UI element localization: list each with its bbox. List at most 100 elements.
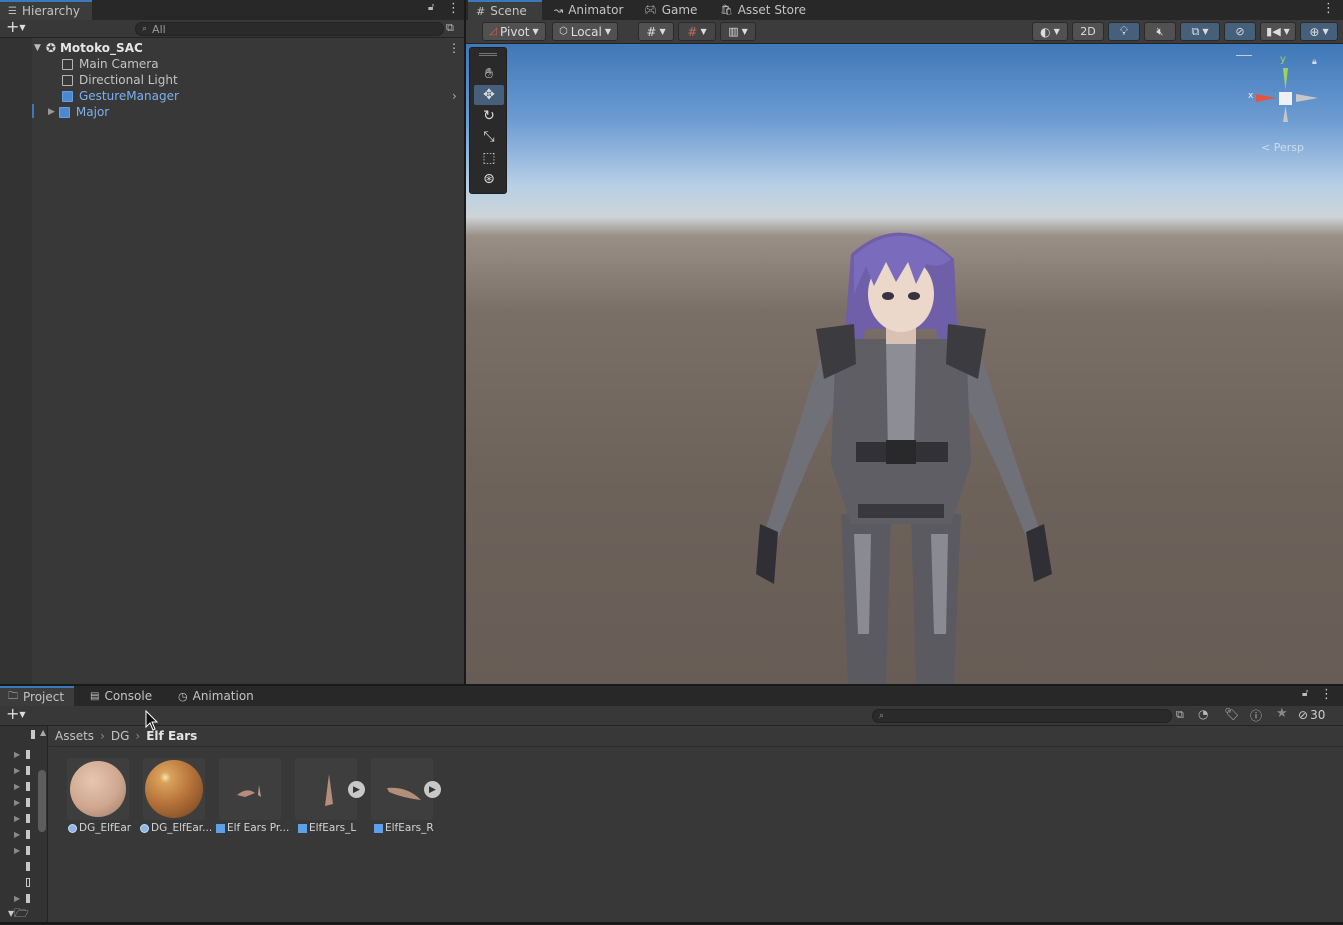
shading-sphere-icon: ◐: [1040, 24, 1051, 39]
transform-tool-icon[interactable]: ⊛: [474, 169, 504, 189]
camera-settings-button[interactable]: ▮◀ ▼: [1260, 22, 1296, 41]
kebab-menu-icon[interactable]: ⋮: [447, 1, 460, 16]
lock-icon[interactable]: 🔓︎: [428, 2, 434, 13]
tab-hierarchy-label: Hierarchy: [21, 4, 80, 18]
folder-tree-item[interactable]: ▶: [14, 780, 44, 792]
folder-tree-item[interactable]: ▶: [14, 892, 44, 904]
folder-tree-item[interactable]: ▶: [14, 844, 44, 856]
search-options-icon[interactable]: ⧉: [446, 21, 454, 35]
expand-play-button[interactable]: ▶: [348, 781, 365, 798]
folder-tree-item[interactable]: [31, 730, 35, 739]
filter-by-label-icon[interactable]: 🏷︎: [1224, 707, 1239, 721]
scene-root-row[interactable]: ▼ ✪ Motoko_SAC ⋮: [0, 40, 464, 56]
tab-scene[interactable]: # Scene: [468, 0, 542, 20]
asset-name: Elf Ears Pr...: [227, 822, 290, 834]
tab-animator[interactable]: ↝ Animator: [546, 0, 631, 20]
snap-grid-icon: #: [687, 24, 698, 39]
folder-tree-item[interactable]: ▶: [14, 748, 44, 760]
chevron-right-icon[interactable]: ›: [452, 89, 457, 103]
increment-snap-button[interactable]: # ▼: [678, 22, 716, 41]
hierarchy-item-label: Main Camera: [79, 57, 159, 71]
local-dropdown[interactable]: ⬡ Local ▼: [552, 22, 618, 41]
effects-toggle[interactable]: ⧉ ▼: [1180, 22, 1220, 41]
add-create-button[interactable]: +▼: [6, 17, 26, 36]
hierarchy-tabbar: ☰ Hierarchy 🔓︎ ⋮: [0, 0, 464, 20]
lightbulb-icon: 💡︎: [1119, 24, 1129, 38]
rotate-tool-icon[interactable]: ↻: [474, 106, 504, 126]
asset-dg-elfear-material[interactable]: [67, 758, 129, 820]
orientation-gizmo[interactable]: 🔒︎ y x < Persp: [1236, 52, 1336, 162]
kebab-menu-icon[interactable]: ⋮: [1322, 1, 1335, 16]
panel-divider-vertical[interactable]: [464, 0, 466, 685]
visibility-toggle[interactable]: ⊘: [1224, 22, 1256, 41]
tab-animation[interactable]: ◷ Animation: [170, 686, 262, 706]
foldout-arrow-icon[interactable]: ▶: [48, 107, 55, 117]
important-log-icon[interactable]: ⓘ: [1250, 707, 1262, 724]
hierarchy-search-field[interactable]: ⌕ All: [135, 22, 444, 36]
rect-tool-icon[interactable]: ⬚: [474, 148, 504, 168]
hierarchy-item-main-camera[interactable]: Main Camera: [0, 56, 159, 72]
breadcrumb-dg[interactable]: DG: [111, 729, 130, 743]
scene-menu-icon[interactable]: ⋮: [448, 41, 460, 55]
asset-elf-ears-prefab[interactable]: [219, 758, 281, 820]
breadcrumb: Assets › DG › Elf Ears: [55, 728, 197, 744]
asset-label: DG_ElfEar: [68, 822, 131, 834]
drag-handle[interactable]: [479, 53, 497, 56]
list-icon: ☰: [8, 5, 17, 17]
folder-tree-item[interactable]: ▶: [14, 764, 44, 776]
tab-game[interactable]: 🎮︎ Game: [636, 0, 705, 20]
project-search-field[interactable]: ⌕: [872, 709, 1172, 723]
scene-viewport[interactable]: ✋︎ ✥ ↻ ⤡ ⬚ ⊛ 🔒︎ y x < Persp: [466, 44, 1343, 684]
gizmos-button[interactable]: ⊕ ▼: [1300, 22, 1338, 41]
folder-tree-item[interactable]: ▶: [14, 796, 44, 808]
pivot-dropdown[interactable]: ◿ Pivot ▼: [482, 22, 546, 41]
hierarchy-item-label: Directional Light: [79, 73, 178, 87]
audio-toggle[interactable]: 🔇︎: [1144, 22, 1176, 41]
asset-dg-elfear-material-2[interactable]: [143, 758, 205, 820]
tab-asset-store[interactable]: 🛍︎ Asset Store: [712, 0, 814, 20]
anime-character-model[interactable]: [736, 214, 1066, 684]
layers-icon: ⧉: [1191, 24, 1200, 38]
gamepad-icon: 🎮︎: [644, 4, 657, 16]
search-by-type-icon[interactable]: ⧉: [1176, 708, 1184, 722]
grid-snap-button[interactable]: # ▼: [638, 22, 674, 41]
tab-console[interactable]: ▤ Console: [82, 686, 160, 706]
expand-play-button[interactable]: ▶: [424, 781, 441, 798]
ear-preview: [325, 774, 333, 806]
scale-tool-icon[interactable]: ⤡: [474, 127, 504, 147]
folder-tree-item[interactable]: ▶: [14, 828, 44, 840]
hierarchy-item-gesture-manager[interactable]: GestureManager ›: [0, 88, 464, 104]
hierarchy-item-major[interactable]: ▶ Major: [0, 104, 109, 120]
breadcrumb-assets[interactable]: Assets: [55, 729, 94, 743]
toggle-2d-button[interactable]: 2D: [1072, 22, 1104, 41]
tab-project[interactable]: 🗀︎ Project: [0, 686, 74, 706]
project-toolbar: +▼ ⌕ ⧉ ◔ 🏷︎ ⓘ ★ ⊘ 30: [0, 704, 1343, 726]
transform-tools-palette: ✋︎ ✥ ↻ ⤡ ⬚ ⊛: [469, 47, 507, 194]
scroll-up-arrow-icon[interactable]: ▲: [40, 728, 46, 737]
animator-icon: ↝: [554, 3, 564, 17]
asset-name: ElfEars_L: [309, 822, 357, 834]
shading-mode-button[interactable]: ◐ ▼: [1032, 22, 1068, 41]
kebab-menu-icon[interactable]: ⋮: [1320, 687, 1333, 702]
hidden-packages-toggle[interactable]: ⊘ 30: [1298, 708, 1325, 722]
persp-label[interactable]: < Persp: [1261, 141, 1304, 154]
prefab-cube-icon: [216, 823, 225, 833]
foldout-arrow-icon[interactable]: ▼: [34, 43, 41, 53]
filter-by-type-icon[interactable]: ◔: [1198, 707, 1208, 721]
lock-icon[interactable]: 🔓︎: [1302, 688, 1308, 699]
folder-tree-item[interactable]: ▶: [14, 812, 44, 824]
lighting-toggle[interactable]: 💡︎: [1108, 22, 1140, 41]
move-tool-icon[interactable]: ✥: [474, 85, 504, 105]
add-create-button[interactable]: +▼: [6, 704, 26, 723]
hand-tool-icon[interactable]: ✋︎: [474, 64, 504, 84]
hidden-count: 30: [1310, 708, 1326, 722]
tab-label: Console: [104, 689, 153, 703]
scene-tabbar: # Scene ↝ Animator 🎮︎ Game 🛍︎ Asset Stor…: [466, 0, 1343, 20]
model-cube-icon: [374, 823, 383, 833]
material-icon: [68, 823, 77, 833]
ruler-button[interactable]: ▥ ▼: [720, 22, 756, 41]
favorite-star-icon[interactable]: ★: [1276, 706, 1288, 721]
hierarchy-item-directional-light[interactable]: Directional Light: [0, 72, 178, 88]
folder-tree-item[interactable]: ▶: [14, 860, 44, 872]
folder-tree-item[interactable]: ▶: [14, 876, 44, 888]
